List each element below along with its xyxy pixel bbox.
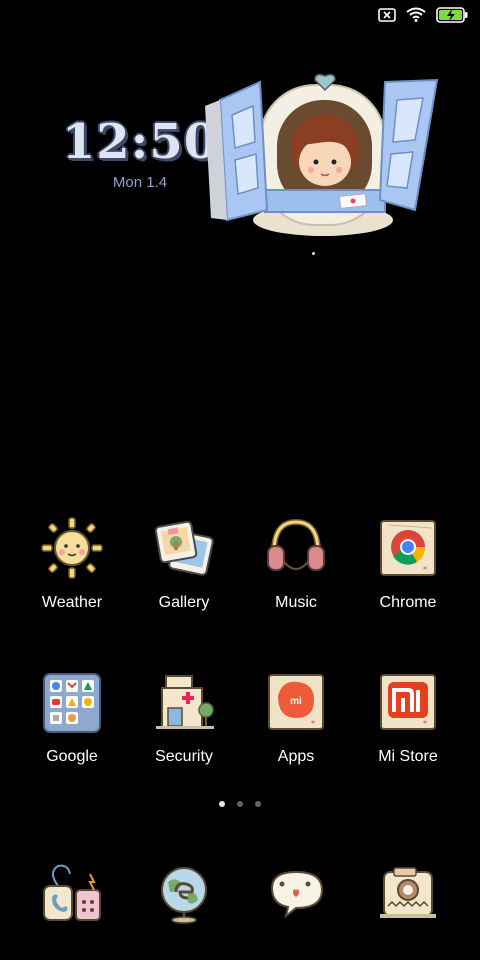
app-chrome[interactable]: Chrome xyxy=(352,516,464,612)
page-dot-3[interactable] xyxy=(255,801,261,807)
app-label: Weather xyxy=(41,594,103,611)
app-weather[interactable]: Weather xyxy=(16,516,128,612)
app-label: Chrome xyxy=(379,594,437,611)
dock-phone[interactable] xyxy=(16,858,128,930)
no-sim-icon xyxy=(378,7,396,27)
clock-time: 12:50 xyxy=(61,114,219,170)
app-music[interactable]: Music xyxy=(240,516,352,612)
battery-charging-icon xyxy=(436,6,468,28)
gallery-photos-icon xyxy=(152,516,216,580)
google-folder-icon xyxy=(40,670,104,734)
decorative-dot xyxy=(312,252,315,255)
apps-store-icon: mi xyxy=(264,670,328,734)
wifi-icon xyxy=(406,7,426,27)
chrome-icon xyxy=(376,516,440,580)
status-bar xyxy=(378,6,468,28)
page-dot-1[interactable] xyxy=(219,801,225,807)
page-dot-2[interactable] xyxy=(237,801,243,807)
app-label: Music xyxy=(275,594,317,611)
dock-browser[interactable] xyxy=(128,858,240,930)
app-security[interactable]: Security xyxy=(128,670,240,766)
dock-messages[interactable] xyxy=(240,858,352,930)
app-grid-row-1: Weather Gallery Music Chrome xyxy=(16,516,464,612)
app-grid-row-2: Google Security mi Apps Mi Store xyxy=(16,670,464,766)
headphones-icon xyxy=(264,516,328,580)
page-indicator[interactable] xyxy=(0,801,480,807)
svg-text:mi: mi xyxy=(290,696,302,707)
app-google-folder[interactable]: Google xyxy=(16,670,128,766)
clock-widget[interactable]: 12:50 Mon 1.4 xyxy=(60,112,220,191)
app-label: Mi Store xyxy=(378,748,438,765)
dock xyxy=(16,858,464,930)
messages-icon xyxy=(264,862,328,926)
camera-icon xyxy=(376,862,440,926)
app-gallery[interactable]: Gallery xyxy=(128,516,240,612)
clock-date: Mon 1.4 xyxy=(112,174,168,191)
security-hospital-icon xyxy=(152,670,216,734)
app-label: Google xyxy=(46,748,98,765)
dock-camera[interactable] xyxy=(352,858,464,930)
app-apps[interactable]: mi Apps xyxy=(240,670,352,766)
weather-sun-icon xyxy=(40,516,104,580)
app-mi-store[interactable]: Mi Store xyxy=(352,670,464,766)
window-boy-illustration xyxy=(205,70,445,240)
app-label: Security xyxy=(155,748,213,765)
app-label: Apps xyxy=(277,748,315,765)
mi-store-icon xyxy=(376,670,440,734)
app-label: Gallery xyxy=(158,594,210,611)
phone-icon xyxy=(40,862,104,926)
browser-globe-icon xyxy=(152,862,216,926)
